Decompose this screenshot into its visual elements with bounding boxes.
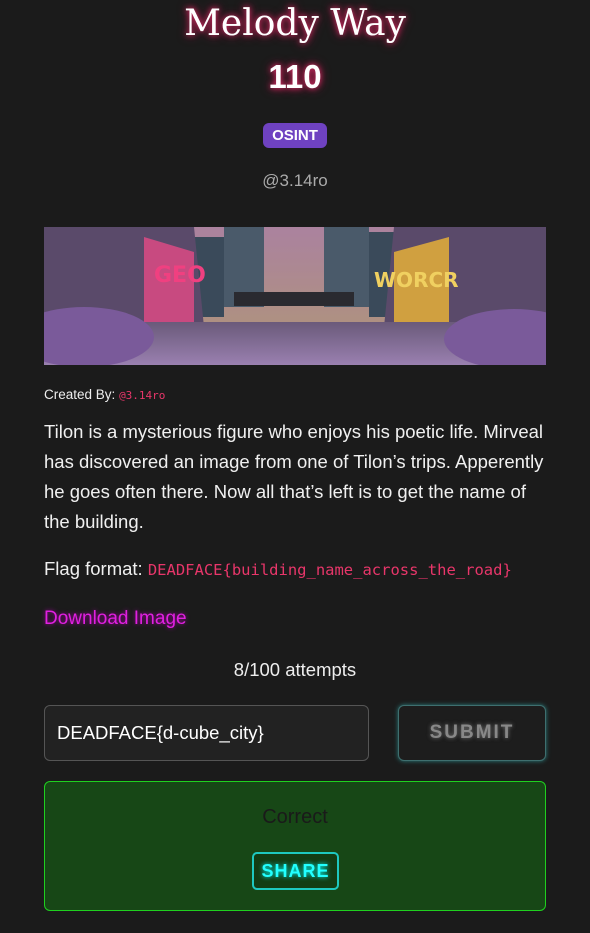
flag-format-value: DEADFACE{building_name_across_the_road} [147, 561, 512, 579]
challenge-description: Tilon is a mysterious figure who enjoys … [44, 421, 544, 532]
banner-text-worcr: WORCR [374, 268, 459, 292]
created-by-label: Created By: [44, 387, 116, 402]
flag-format: Flag format: DEADFACE{building_name_acro… [44, 558, 512, 580]
attempts-counter: 8/100 attempts [233, 659, 357, 680]
created-by-handle: @3.14ro [119, 389, 166, 402]
author-handle: @3.14ro [262, 171, 328, 190]
challenge-points: 110 [268, 58, 322, 95]
flag-input[interactable] [44, 705, 369, 761]
category-badge: OSINT [263, 123, 327, 148]
submit-button[interactable]: SUBMIT [398, 705, 546, 761]
challenge-banner-image: GEO WORCR [44, 227, 546, 365]
result-panel: Correct SHARE [44, 781, 546, 911]
banner-text-geo: GEO [154, 263, 206, 288]
challenge-title: Melody Way [184, 3, 406, 44]
download-image-link[interactable]: Download Image [44, 608, 187, 630]
result-message: Correct [262, 806, 328, 828]
created-by: Created By: @3.14ro [44, 387, 165, 402]
share-button[interactable]: SHARE [252, 852, 339, 890]
flag-format-label: Flag format: [44, 558, 143, 579]
